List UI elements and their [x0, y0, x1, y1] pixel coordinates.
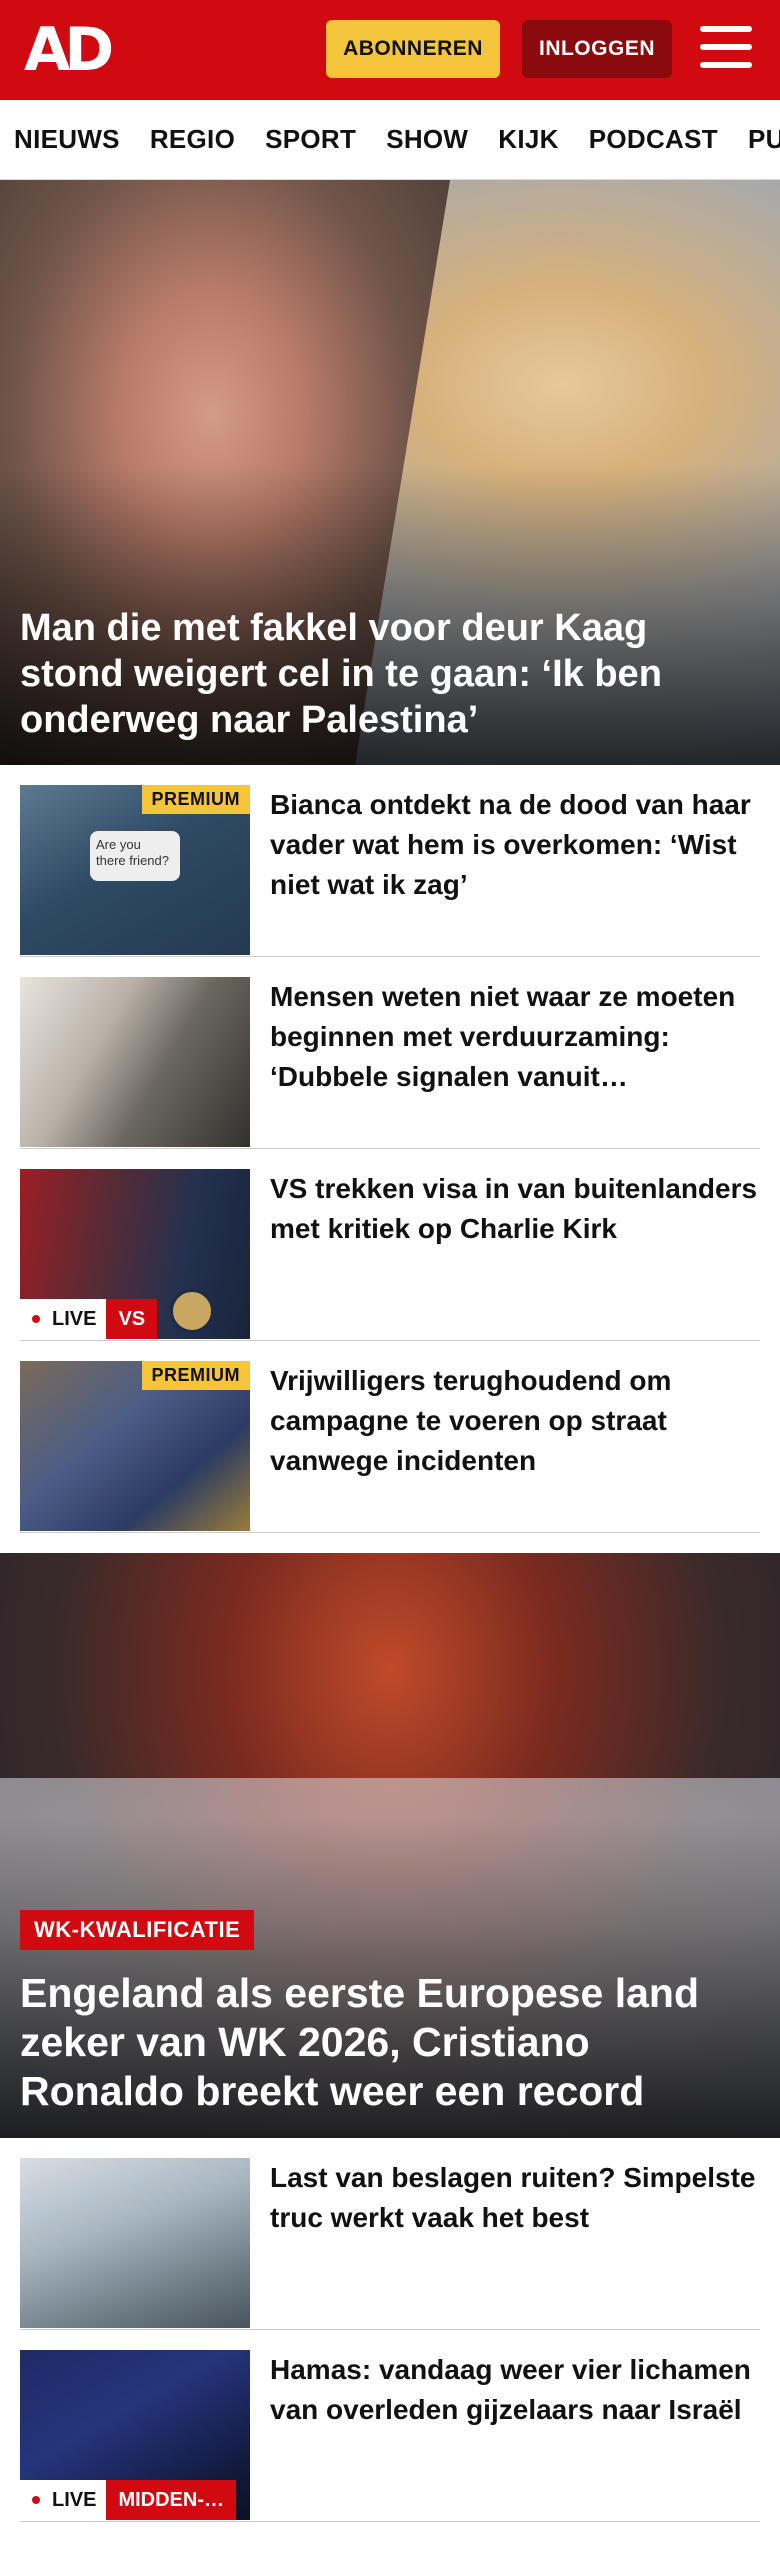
nav-item-puzzel[interactable]: PUZZ [748, 124, 780, 155]
subscribe-button[interactable]: ABONNEREN [326, 20, 500, 78]
article-list: Are you there friend? PREMIUM Bianca ont… [0, 765, 780, 1533]
article-thumbnail[interactable]: PREMIUM [20, 1361, 250, 1531]
premium-badge: PREMIUM [141, 785, 250, 814]
list-item[interactable]: PREMIUM Vrijwilligers terughoudend om ca… [20, 1341, 760, 1533]
hero-headline[interactable]: Man die met fakkel voor deur Kaag stond … [20, 605, 760, 743]
list-item[interactable]: Mensen weten niet waar ze moeten beginne… [20, 957, 760, 1149]
list-item[interactable]: LIVE VS VS trekken visa in van buitenlan… [20, 1149, 760, 1341]
live-indicator: LIVE VS [20, 1299, 158, 1339]
ad-logo[interactable]: AD [24, 18, 116, 82]
article-headline[interactable]: VS trekken visa in van buitenlan­ders me… [270, 1169, 760, 1320]
thumbnail-chat-bubble: Are you there friend? [90, 831, 180, 881]
list-item[interactable]: LIVE MIDDEN-… Hamas: vandaag weer vier l… [20, 2330, 760, 2522]
article-headline[interactable]: Hamas: vandaag weer vier lichamen van ov… [270, 2350, 760, 2501]
live-topic-tag: MIDDEN-… [106, 2480, 236, 2520]
article-thumbnail[interactable]: Are you there friend? PREMIUM [20, 785, 250, 955]
list-item[interactable]: Last van beslagen ruiten? Simpelste truc… [20, 2138, 760, 2330]
nav-item-show[interactable]: SHOW [386, 124, 468, 155]
section-nav: NIEUWS REGIO SPORT SHOW KIJK PODCAST PUZ… [0, 100, 780, 180]
article-headline[interactable]: Bianca ontdekt na de dood van haar vader… [270, 785, 760, 936]
nav-item-podcast[interactable]: PODCAST [589, 124, 718, 155]
article-thumbnail[interactable]: LIVE VS [20, 1169, 250, 1339]
sport-hero-article[interactable]: WK-KWALIFICATIE Engeland als eerste Euro… [0, 1553, 780, 2138]
top-header: AD ABONNEREN INLOGGEN NIEUWS REGIO SPORT… [0, 0, 780, 180]
live-indicator: LIVE MIDDEN-… [20, 2480, 236, 2520]
live-dot-icon [32, 1315, 40, 1323]
sport-hero-headline[interactable]: Engeland als eerste Europese land zeker … [20, 1969, 760, 2116]
article-thumbnail[interactable]: LIVE MIDDEN-… [20, 2350, 250, 2520]
category-tag[interactable]: WK-KWALIFICATIE [20, 1910, 255, 1950]
nav-item-nieuws[interactable]: NIEUWS [14, 124, 120, 155]
hero-article[interactable]: Man die met fakkel voor deur Kaag stond … [0, 180, 780, 765]
article-thumbnail[interactable] [20, 977, 250, 1147]
live-topic-tag: VS [106, 1299, 158, 1339]
nav-item-regio[interactable]: REGIO [150, 124, 235, 155]
article-headline[interactable]: Vrijwilligers terughoudend om campagne t… [270, 1361, 760, 1512]
menu-icon[interactable] [700, 26, 752, 72]
list-item[interactable]: Are you there friend? PREMIUM Bianca ont… [20, 765, 760, 957]
top-bar: AD ABONNEREN INLOGGEN [0, 0, 780, 100]
article-headline[interactable]: Mensen weten niet waar ze moeten beginne… [270, 977, 760, 1128]
article-headline[interactable]: Last van beslagen ruiten? Simpelste truc… [270, 2158, 760, 2309]
nav-item-sport[interactable]: SPORT [265, 124, 356, 155]
seal-icon [170, 1289, 214, 1333]
login-button[interactable]: INLOGGEN [522, 20, 672, 78]
article-thumbnail[interactable] [20, 2158, 250, 2328]
nav-item-kijk[interactable]: KIJK [498, 124, 558, 155]
premium-badge: PREMIUM [141, 1361, 250, 1390]
live-dot-icon [32, 2496, 40, 2504]
article-list-2: Last van beslagen ruiten? Simpelste truc… [0, 2138, 780, 2522]
